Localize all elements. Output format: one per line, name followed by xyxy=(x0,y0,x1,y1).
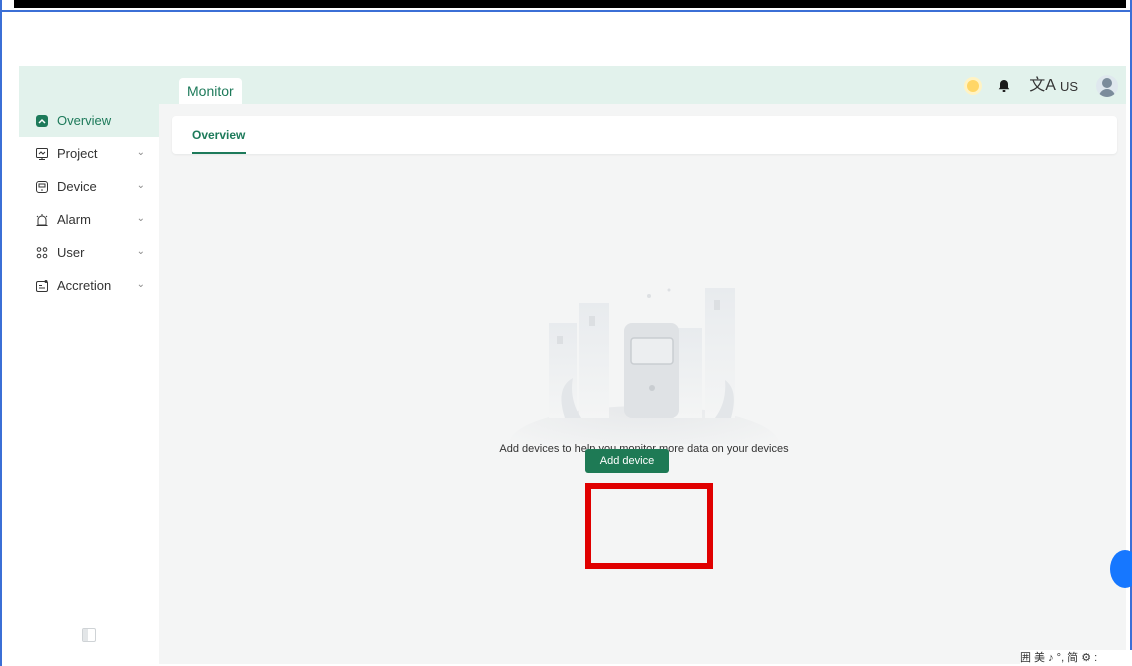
header-actions: 文A US xyxy=(967,73,1118,99)
user-group-icon xyxy=(35,246,49,260)
empty-state-illustration xyxy=(509,288,779,444)
sidebar-item-overview[interactable]: Overview xyxy=(19,104,159,137)
chevron-down-icon: ⌄ xyxy=(136,279,145,290)
sidebar-item-label: Project xyxy=(57,146,98,161)
tab-monitor-label: Monitor xyxy=(187,83,234,99)
sidebar-item-label: Alarm xyxy=(57,212,91,227)
sidebar-item-project[interactable]: Project ⌄ xyxy=(19,137,159,170)
sidebar-item-accretion[interactable]: Accretion ⌄ xyxy=(19,269,159,302)
tab-monitor[interactable]: Monitor xyxy=(179,78,242,104)
user-avatar[interactable] xyxy=(1096,75,1118,97)
language-code: US xyxy=(1059,79,1078,94)
header-bar: Monitor 文A US xyxy=(19,66,1126,104)
device-icon xyxy=(35,180,49,194)
sidebar-item-label: User xyxy=(57,245,85,260)
accretion-icon xyxy=(35,279,49,293)
add-device-button[interactable]: Add device xyxy=(585,449,669,473)
sidebar-item-label: Overview xyxy=(57,113,112,128)
notification-bell-icon[interactable] xyxy=(997,79,1011,93)
active-tab-indicator xyxy=(192,152,246,154)
chevron-down-icon: ⌄ xyxy=(136,180,145,191)
tab-overview[interactable]: Overview xyxy=(192,128,245,142)
language-icon: 文A xyxy=(1029,77,1056,94)
sidebar-item-device[interactable]: Device ⌄ xyxy=(19,170,159,203)
sidebar-item-user[interactable]: User ⌄ xyxy=(19,236,159,269)
top-black-bar xyxy=(14,0,1126,8)
overview-icon xyxy=(35,114,49,128)
sidebar: Overview Project ⌄ Device ⌄ Alarm ⌄ User… xyxy=(19,104,159,664)
highlight-box xyxy=(585,483,713,569)
ime-toolbar[interactable]: 囲 美 ♪ °, 简 ⚙ : xyxy=(1020,650,1132,666)
theme-sun-icon[interactable] xyxy=(967,80,980,92)
sidebar-item-label: Device xyxy=(57,179,97,194)
sidebar-item-label: Accretion xyxy=(57,278,112,293)
project-icon xyxy=(35,147,49,161)
sidebar-collapse-icon[interactable] xyxy=(82,628,96,642)
chevron-down-icon: ⌄ xyxy=(136,147,145,158)
floating-help-button[interactable] xyxy=(1110,550,1132,588)
alarm-icon xyxy=(35,213,49,227)
language-selector[interactable]: 文A US xyxy=(1029,77,1078,95)
app-window: Monitor 文A US Overview Project ⌄ Device … xyxy=(19,66,1126,664)
content-tab-bar: Overview xyxy=(172,116,1117,154)
chevron-down-icon: ⌄ xyxy=(136,213,145,224)
chevron-down-icon: ⌄ xyxy=(136,246,145,257)
sidebar-item-alarm[interactable]: Alarm ⌄ xyxy=(19,203,159,236)
top-blue-line xyxy=(0,10,1132,12)
